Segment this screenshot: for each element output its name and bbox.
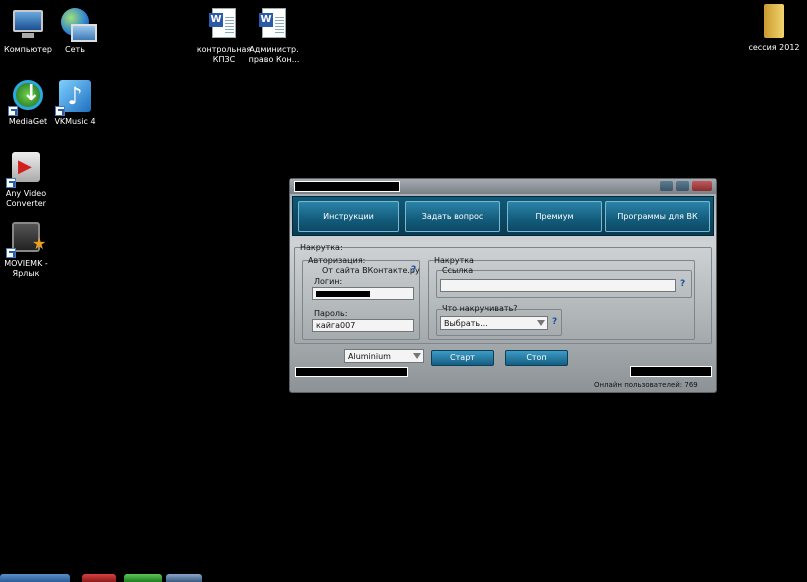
- redacted-bottom-left: [295, 367, 408, 377]
- taskbar-start-area[interactable]: [0, 574, 70, 582]
- boost-group-title: Накрутка: [434, 256, 474, 265]
- tab-ask-question[interactable]: Задать вопрос: [405, 201, 500, 232]
- link-input[interactable]: [440, 279, 676, 292]
- what-to-boost-value: Выбрать...: [444, 319, 488, 328]
- app-window: Инструкции Задать вопрос Премиум Програм…: [289, 178, 717, 393]
- desktop-icon-network[interactable]: Сеть: [47, 6, 103, 55]
- start-button[interactable]: Старт: [431, 350, 494, 366]
- what-help-icon[interactable]: ?: [552, 317, 557, 327]
- desktop-icon-any-video-converter[interactable]: Any Video Converter: [0, 150, 54, 209]
- desktop-icon-label: Any Video Converter: [5, 189, 47, 208]
- title-bar[interactable]: [290, 179, 716, 194]
- shortcut-arrow-icon: [6, 248, 16, 258]
- word-document-icon: [206, 6, 242, 42]
- desktop-icon-label: MOVIEMK - Ярлык: [4, 259, 48, 278]
- desktop-icon-label: Администр. право Кон...: [248, 45, 300, 64]
- online-users-status: Онлайн пользователей: 769: [594, 381, 698, 389]
- shortcut-arrow-icon: [6, 178, 16, 188]
- skin-select[interactable]: Aluminium: [344, 349, 424, 363]
- word-document-icon: [256, 6, 292, 42]
- boost-section-title: Накрутка:: [300, 243, 343, 252]
- stop-button[interactable]: Стоп: [505, 350, 568, 366]
- tab-premium[interactable]: Премиум: [507, 201, 602, 232]
- desktop-icon-kontrolnaya[interactable]: контрольная КПЗС: [196, 6, 252, 65]
- shortcut-arrow-icon: [8, 106, 18, 116]
- desktop-icon-label: сессия 2012: [748, 43, 800, 52]
- chevron-down-icon: [413, 353, 421, 359]
- tab-bar: Инструкции Задать вопрос Премиум Програм…: [292, 196, 714, 236]
- desktop-icon-administr[interactable]: Администр. право Кон...: [246, 6, 302, 65]
- mediaget-icon: [8, 78, 46, 116]
- taskbar-app-2[interactable]: [124, 574, 162, 582]
- desktop-icon-label: контрольная КПЗС: [196, 45, 252, 64]
- auth-from-site: От сайта ВКонтакте.ру: [322, 266, 420, 275]
- maximize-button[interactable]: [676, 181, 689, 191]
- link-label: Ссылка: [442, 266, 474, 275]
- redacted-title: [294, 181, 400, 192]
- password-label: Пароль:: [314, 309, 348, 318]
- tab-instructions[interactable]: Инструкции: [298, 201, 399, 232]
- taskbar-opera[interactable]: [82, 574, 116, 582]
- login-label: Логин:: [314, 277, 343, 286]
- vkmusic-icon: ♪: [55, 78, 93, 116]
- desktop-icon-label: VKMusic 4: [54, 117, 96, 126]
- login-input[interactable]: [312, 287, 414, 300]
- desktop-icon-moviemk[interactable]: MOVIEMK - Ярлык: [0, 220, 54, 279]
- tab-vk-programs[interactable]: Программы для ВК: [605, 201, 710, 232]
- desktop-icon-label: Сеть: [65, 45, 85, 54]
- chevron-down-icon: [537, 320, 545, 326]
- any-video-converter-icon: [6, 150, 44, 188]
- minimize-button[interactable]: [660, 181, 673, 191]
- computer-icon: [10, 6, 46, 42]
- redacted-bottom-right: [630, 366, 712, 377]
- skin-value: Aluminium: [348, 352, 391, 361]
- auth-group-title: Авторизация:: [308, 256, 366, 265]
- what-to-boost-label: Что накручивать?: [442, 304, 518, 313]
- folder-icon: [756, 4, 792, 40]
- shortcut-arrow-icon: [55, 106, 65, 116]
- link-help-icon[interactable]: ?: [680, 279, 685, 289]
- password-input[interactable]: кайга007: [312, 319, 414, 332]
- what-to-boost-select[interactable]: Выбрать...: [440, 316, 548, 330]
- moviemk-icon: [6, 220, 46, 258]
- redacted-login: [316, 291, 370, 297]
- desktop-icon-sessiya[interactable]: сессия 2012: [746, 4, 802, 53]
- taskbar-app-3[interactable]: [166, 574, 202, 582]
- auth-help-icon[interactable]: ?: [411, 265, 416, 275]
- desktop-icon-vkmusic[interactable]: ♪ VKMusic 4: [47, 78, 103, 127]
- network-icon: [57, 6, 97, 42]
- close-button[interactable]: [692, 181, 712, 191]
